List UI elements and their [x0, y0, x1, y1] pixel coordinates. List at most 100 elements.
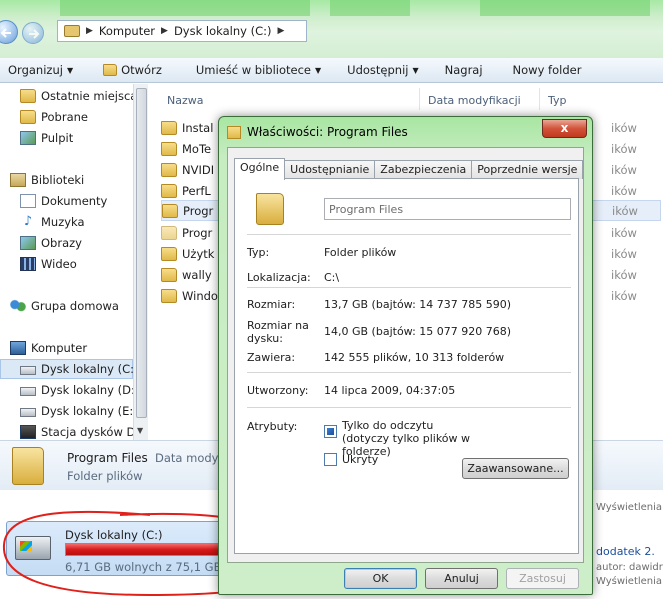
forward-button[interactable]	[22, 22, 44, 44]
taskbar-strip	[60, 0, 310, 16]
taskbar-strip	[330, 0, 410, 16]
nav-item-music[interactable]: ♪ Muzyka	[20, 212, 85, 232]
tab-security[interactable]: Zabezpieczenia	[374, 160, 473, 179]
folder-name-field[interactable]	[324, 198, 571, 220]
nav-item-pictures[interactable]: Obrazy	[20, 233, 82, 253]
folder-icon	[161, 246, 177, 261]
organize-button[interactable]: Organizuj ▼	[0, 63, 81, 77]
dvd-drive-icon	[20, 425, 36, 439]
column-divider[interactable]	[539, 88, 540, 110]
breadcrumb-arrow-icon[interactable]: ▶	[277, 26, 284, 36]
nav-item-homegroup[interactable]: Grupa domowa	[10, 296, 119, 316]
taskbar-strip	[480, 0, 650, 16]
nav-item-computer[interactable]: Komputer	[10, 338, 87, 358]
scrollbar-thumb[interactable]	[136, 88, 147, 418]
details-type: Folder plików	[67, 469, 143, 483]
cancel-button[interactable]: Anuluj	[425, 568, 498, 589]
tab-general[interactable]: Ogólne	[234, 158, 286, 180]
attributes-label: Atrybuty:	[247, 420, 298, 433]
nav-item-drive-c[interactable]: Dysk lokalny (C:)	[0, 359, 139, 379]
tab-previous-versions[interactable]: Poprzednie wersje	[471, 160, 584, 179]
nav-item-drive-e[interactable]: Dysk lokalny (E:)	[20, 401, 138, 421]
address-bar[interactable]: ▶ Komputer ▶ Dysk lokalny (C:) ▶	[57, 20, 307, 42]
close-button[interactable]: x	[542, 119, 587, 138]
file-type-cell: ików	[611, 183, 637, 198]
music-icon: ♪	[23, 214, 33, 229]
folder-icon	[103, 64, 118, 76]
file-type-cell: ików	[611, 267, 637, 282]
column-header-name[interactable]: Nazwa	[167, 88, 203, 112]
dialog-title: Właściwości: Program Files	[247, 125, 408, 139]
navigation-scrollbar[interactable]: ▼	[133, 84, 148, 440]
nav-item-recent-places[interactable]: Ostatnie miejsca	[20, 86, 137, 106]
chevron-down-icon: ▼	[66, 65, 74, 75]
folder-icon	[161, 183, 177, 198]
folder-icon	[227, 126, 241, 139]
size-on-disk-label: Rozmiar na dysku:	[247, 319, 309, 345]
back-button[interactable]	[0, 20, 18, 44]
contains-value: 142 555 plików, 10 313 folderów	[324, 351, 505, 364]
divider	[247, 372, 571, 373]
contains-label: Zawiera:	[247, 351, 296, 364]
readonly-checkbox[interactable]	[324, 425, 337, 438]
breadcrumb-computer[interactable]: Komputer	[99, 24, 155, 38]
column-header-type[interactable]: Typ	[548, 88, 567, 112]
size-label: Rozmiar:	[247, 298, 296, 311]
new-folder-button[interactable]: Nowy folder	[505, 63, 590, 77]
details-modified-label: Data modyfi	[155, 451, 226, 465]
nav-item-drive-d[interactable]: Dysk lokalny (D:)	[20, 380, 139, 400]
nav-item-desktop[interactable]: Pulpit	[20, 128, 73, 148]
navigation-pane: Ostatnie miejsca Pobrane Pulpit Bibliote…	[0, 84, 148, 440]
arrow-left-icon	[0, 28, 11, 38]
nav-item-documents[interactable]: Dokumenty	[20, 191, 107, 211]
breadcrumb-arrow-icon[interactable]: ▶	[86, 26, 93, 36]
file-type-cell: ików	[612, 203, 638, 218]
properties-dialog: Właściwości: Program Files x Ogólne Udos…	[218, 116, 593, 595]
downloads-icon	[20, 110, 36, 124]
drive-icon	[20, 408, 36, 417]
folder-icon	[161, 267, 177, 282]
pictures-icon	[20, 236, 36, 250]
tab-sharing[interactable]: Udostępnianie	[284, 160, 376, 179]
nav-item-videos[interactable]: Wideo	[20, 254, 77, 274]
include-in-library-button[interactable]: Umieść w bibliotece ▼	[188, 63, 329, 77]
burn-button[interactable]: Nagraj	[437, 63, 491, 77]
arrow-right-icon	[29, 29, 40, 39]
hidden-checkbox[interactable]	[324, 453, 337, 466]
tab-strip: Ogólne Udostępnianie Zabezpieczenia Popr…	[234, 158, 584, 180]
command-bar: Organizuj ▼ Otwórz Umieść w bibliotece ▼ U…	[0, 58, 663, 83]
apply-button[interactable]: Zastosuj	[506, 568, 579, 589]
drive-icon	[20, 387, 36, 396]
drive-icon	[20, 366, 36, 375]
file-type-cell: ików	[611, 246, 637, 261]
folder-icon	[161, 162, 177, 177]
videos-icon	[20, 257, 36, 271]
libraries-icon	[10, 173, 26, 187]
open-button[interactable]: Otwórz	[95, 63, 170, 77]
folder-icon	[161, 225, 177, 240]
folder-icon	[161, 141, 177, 156]
chevron-down-icon: ▼	[315, 65, 322, 75]
nav-item-downloads[interactable]: Pobrane	[20, 107, 88, 127]
file-type-cell: ików	[611, 120, 637, 135]
nav-item-dvd-drive[interactable]: Stacja dysków DV	[20, 422, 143, 442]
type-value: Folder plików	[324, 246, 397, 259]
nav-item-libraries[interactable]: Biblioteki	[10, 170, 84, 190]
ok-button[interactable]: OK	[344, 568, 417, 589]
column-divider[interactable]	[419, 88, 420, 110]
scroll-down-icon[interactable]: ▼	[137, 426, 143, 435]
location-value: C:\	[324, 271, 340, 284]
advanced-button[interactable]: Zaawansowane...	[462, 458, 569, 479]
column-header-date[interactable]: Data modyfikacji	[428, 88, 521, 112]
folder-icon	[161, 288, 177, 303]
dialog-body: Ogólne Udostępnianie Zabezpieczenia Popr…	[227, 147, 584, 563]
folder-icon	[12, 447, 44, 485]
file-type-cell: ików	[611, 141, 637, 156]
chevron-down-icon: ▼	[412, 65, 419, 75]
background-link[interactable]: dodatek 2.	[596, 545, 655, 558]
breadcrumb-drive-c[interactable]: Dysk lokalny (C:)	[174, 24, 272, 38]
breadcrumb-arrow-icon[interactable]: ▶	[161, 26, 168, 36]
file-type-cell: ików	[611, 225, 637, 240]
general-tab-panel: Typ: Folder plików Lokalizacja: C:\ Rozm…	[234, 178, 579, 554]
share-button[interactable]: Udostępnij ▼	[339, 63, 426, 77]
